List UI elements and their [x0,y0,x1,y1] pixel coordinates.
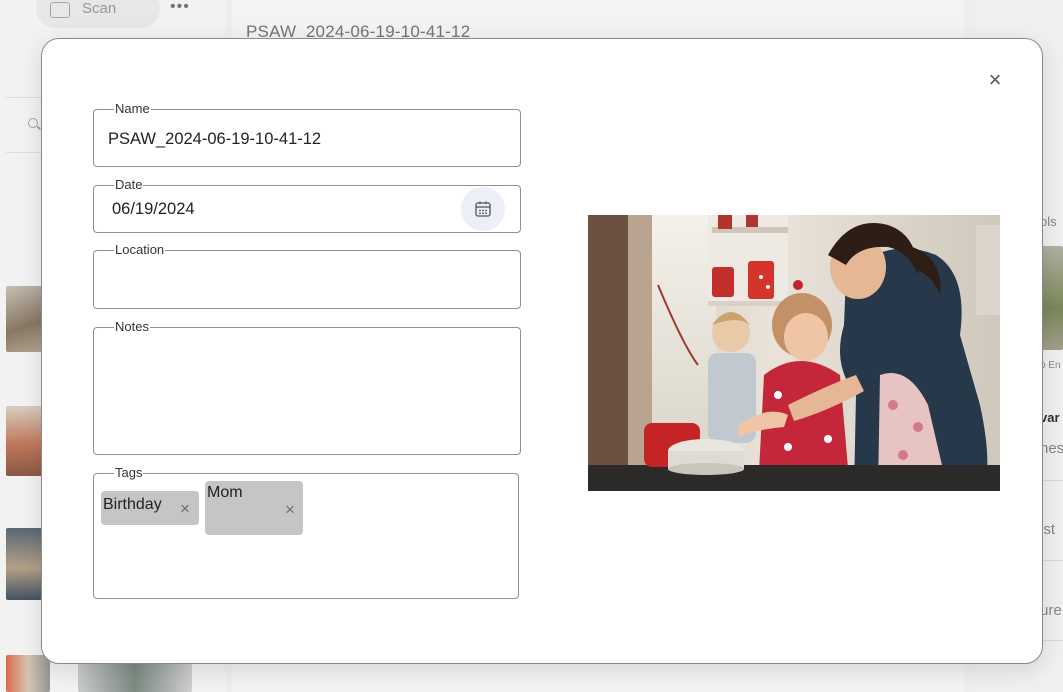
date-label: Date [114,177,144,193]
date-field[interactable]: Date 06/19/2024 [93,177,521,233]
notes-label: Notes [114,319,150,335]
tags-field[interactable]: Tags Birthday × Mom × [93,465,519,599]
edit-details-dialog: × Name PSAW_2024-06-19-10-41-12 Date 06/… [41,38,1043,664]
name-field[interactable]: Name PSAW_2024-06-19-10-41-12 [93,101,521,167]
close-icon[interactable]: × [285,500,295,520]
location-field[interactable]: Location [93,242,521,309]
tag-chip[interactable]: Birthday × [101,491,199,525]
notes-field[interactable]: Notes [93,319,521,455]
photo-image [588,215,1000,491]
date-input[interactable]: 06/19/2024 [112,200,195,219]
tags-label: Tags [114,465,144,481]
calendar-icon [475,201,491,217]
calendar-button[interactable] [461,187,505,231]
tag-chip-label: Birthday [103,496,162,513]
close-button[interactable]: × [983,68,1007,92]
location-label: Location [114,242,166,258]
name-label: Name [114,101,151,117]
tag-chip[interactable]: Mom × [205,481,303,535]
close-icon[interactable]: × [180,499,190,519]
close-icon: × [988,67,1002,92]
tag-chip-label: Mom [207,484,243,501]
photo-preview [588,215,1000,491]
name-input[interactable]: PSAW_2024-06-19-10-41-12 [108,130,321,149]
